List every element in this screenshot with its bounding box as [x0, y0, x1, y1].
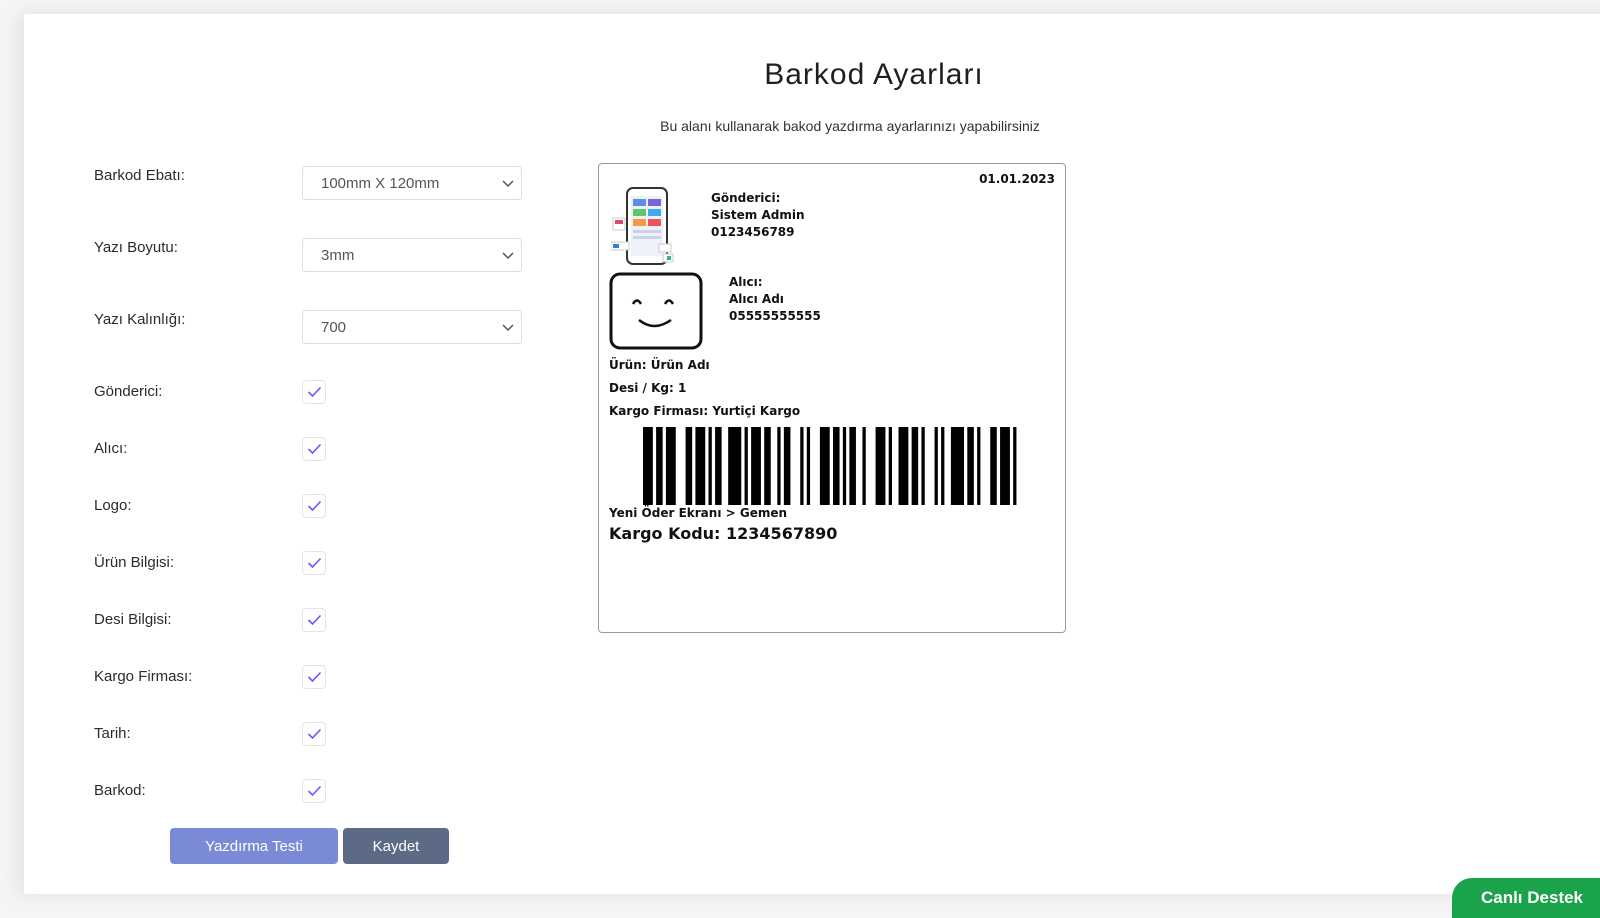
preview-sender-name: Sistem Admin [711, 208, 805, 222]
logo-checkbox[interactable] [302, 494, 326, 518]
barcode-bar [977, 427, 981, 505]
preview-cargo-company: Kargo Firması: Yurtiçi Kargo [609, 404, 801, 418]
barcode-size-select[interactable]: 100mm X 120mm [302, 166, 522, 200]
desi-checkbox[interactable] [302, 608, 326, 632]
font-size-select[interactable]: 3mm [302, 238, 522, 272]
barcode-bar [656, 427, 663, 505]
barcode-bar [842, 427, 847, 505]
barcode-bar [1000, 427, 1010, 505]
barcode-bar [1013, 427, 1017, 505]
logo-toggle-label: Logo: [94, 497, 132, 514]
font-weight-value: 700 [321, 319, 347, 336]
barcode-bar [941, 427, 945, 505]
barcode-bar [967, 427, 974, 505]
barcode-size-label: Barkod Ebatı: [94, 167, 185, 184]
barcode-bar [715, 427, 722, 505]
barcode-image [643, 427, 1017, 505]
barcode-bar [685, 427, 693, 505]
sender-toggle-label: Gönderici: [94, 383, 163, 400]
font-size-value: 3mm [321, 247, 355, 264]
preview-receiver-name: Alıcı Adı [729, 292, 784, 306]
check-icon [307, 500, 322, 512]
preview-route: Yeni Öder Ekranı > Gemen [609, 506, 788, 520]
page-subtitle: Bu alanı kullanarak bakod yazdırma ayarl… [660, 118, 1040, 134]
cargo-company-checkbox[interactable] [302, 665, 326, 689]
receiver-toggle-label: Alıcı: [94, 440, 128, 457]
chevron-down-icon [502, 324, 514, 332]
barcode-bar [888, 427, 892, 505]
product-toggle-label: Ürün Bilgisi: [94, 554, 175, 571]
barcode-bar [665, 427, 676, 505]
barcode-bar [911, 427, 919, 505]
check-icon [307, 671, 322, 683]
barcode-bar [751, 427, 761, 505]
check-icon [307, 728, 322, 740]
preview-sender: Gönderici: Sistem Admin 0123456789 [711, 190, 805, 241]
preview-cargo-code: Kargo Kodu: 1234567890 [609, 524, 838, 543]
live-support-button[interactable]: Canlı Destek [1452, 878, 1600, 918]
sender-checkbox[interactable] [302, 380, 326, 404]
font-size-label: Yazı Boyutu: [94, 239, 178, 256]
barcode-bar [833, 427, 840, 505]
check-icon [307, 785, 322, 797]
preview-receiver: Alıcı: Alıcı Adı 05555555555 [729, 274, 821, 325]
barcode-bar [921, 427, 925, 505]
barcode-bar [849, 427, 856, 505]
check-icon [307, 614, 322, 626]
save-button[interactable]: Kaydet [343, 828, 449, 864]
check-icon [307, 557, 322, 569]
barcode-bar [875, 427, 886, 505]
preview-desi: Desi / Kg: 1 [609, 381, 687, 395]
preview-sender-phone: 0123456789 [711, 225, 795, 239]
chevron-down-icon [502, 252, 514, 260]
barcode-bar [777, 427, 781, 505]
preview-product: Ürün: Ürün Adı [609, 358, 710, 372]
barcode-bar [708, 427, 712, 505]
barcode-bar [950, 427, 965, 505]
preview-date: 01.01.2023 [979, 172, 1055, 186]
font-weight-select[interactable]: 700 [302, 310, 522, 344]
barcode-checkbox[interactable] [302, 779, 326, 803]
barcode-bar [862, 427, 866, 505]
page-title: Barkod Ayarları [764, 58, 984, 91]
label-preview: 01.01.2023 Gönderici: Sistem Admin 01234… [598, 163, 1066, 633]
desi-toggle-label: Desi Bilgisi: [94, 611, 172, 628]
barcode-bar [695, 427, 706, 505]
barcode-bar [783, 427, 791, 505]
chevron-down-icon [502, 180, 514, 188]
product-checkbox[interactable] [302, 551, 326, 575]
preview-receiver-title: Alıcı: [729, 275, 763, 289]
logo-image [611, 187, 674, 265]
font-weight-label: Yazı Kalınlığı: [94, 311, 186, 328]
cargo-company-toggle-label: Kargo Firması: [94, 668, 193, 685]
print-test-button[interactable]: Yazdırma Testi [170, 828, 338, 864]
barcode-toggle-label: Barkod: [94, 782, 146, 799]
receiver-checkbox[interactable] [302, 437, 326, 461]
barcode-bar [800, 427, 804, 505]
barcode-bar [728, 427, 742, 505]
barcode-bar [934, 427, 938, 505]
barcode-bar [898, 427, 909, 505]
barcode-bar [744, 427, 748, 505]
preview-receiver-phone: 05555555555 [729, 309, 821, 323]
barcode-size-value: 100mm X 120mm [321, 175, 440, 192]
barcode-bar [819, 427, 830, 505]
check-icon [307, 443, 322, 455]
check-icon [307, 386, 322, 398]
smiley-face-icon [609, 272, 703, 350]
preview-sender-title: Gönderici: [711, 191, 781, 205]
barcode-bar [764, 427, 771, 505]
date-toggle-label: Tarih: [94, 725, 131, 742]
barcode-bar [643, 427, 653, 505]
date-checkbox[interactable] [302, 722, 326, 746]
barcode-bar [990, 427, 997, 505]
barcode-bar [806, 427, 811, 505]
